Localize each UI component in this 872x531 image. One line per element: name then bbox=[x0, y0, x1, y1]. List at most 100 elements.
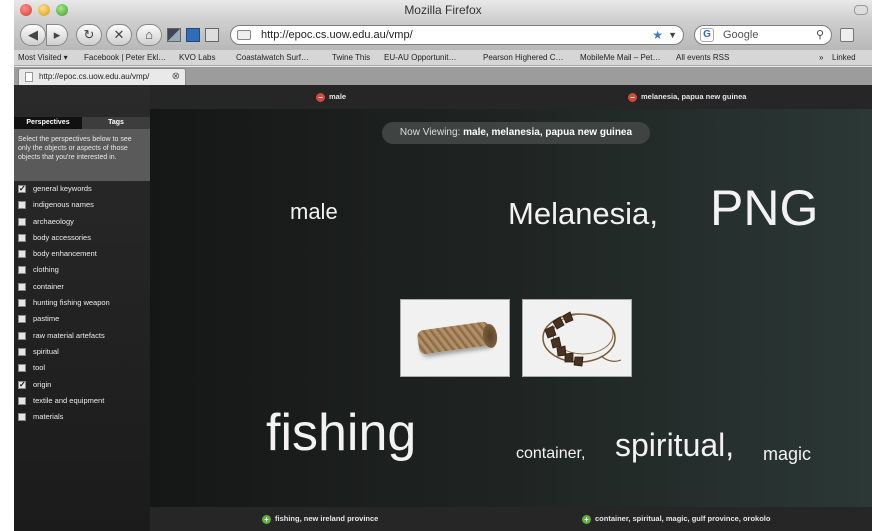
checkbox-icon[interactable] bbox=[18, 201, 26, 210]
bookmark-kvo-labs[interactable]: KVO Labs ⁠ ⁠ bbox=[179, 50, 222, 66]
tag-fishing[interactable]: fishing bbox=[266, 407, 416, 459]
tag-container-label: container bbox=[516, 445, 581, 462]
suggestion-chip[interactable]: + container, spiritual, magic, gulf provi… bbox=[582, 513, 770, 525]
address-input[interactable]: http://epoc.cs.uow.edu.au/vmp/ bbox=[261, 26, 413, 44]
perspective-item[interactable]: ✓ general keywords bbox=[14, 181, 150, 197]
home-button[interactable]: ⌂ bbox=[136, 24, 162, 46]
perspective-item[interactable]: materials bbox=[14, 409, 150, 425]
perspective-item[interactable]: body accessories bbox=[14, 230, 150, 246]
google-engine-icon[interactable]: G bbox=[700, 28, 714, 42]
checkbox-checked-icon[interactable]: ✓ bbox=[18, 185, 26, 193]
bookmark-most-visited[interactable]: Most Visited ▾ bbox=[18, 50, 68, 66]
stop-button[interactable]: ✕ bbox=[106, 24, 132, 46]
search-bar[interactable]: G Google ⚲ bbox=[694, 25, 832, 45]
zoom-window-icon[interactable] bbox=[56, 4, 68, 16]
bookmark-all-events-rss[interactable]: All events RSS bbox=[676, 50, 729, 66]
perspective-item[interactable]: ✓ origin bbox=[14, 377, 150, 393]
bookmark-star-icon[interactable]: ★ bbox=[652, 26, 663, 44]
page-icon bbox=[25, 72, 33, 82]
toolbar-toggle-icon[interactable] bbox=[854, 5, 868, 15]
perspective-item[interactable]: raw material artefacts bbox=[14, 328, 150, 344]
tab-perspectives[interactable]: Perspectives bbox=[14, 117, 82, 129]
object-thumbnail[interactable] bbox=[400, 299, 510, 377]
checkbox-icon[interactable] bbox=[18, 217, 26, 226]
tag-magic[interactable]: magic bbox=[763, 445, 811, 463]
suggestion-chip[interactable]: + fishing, new ireland province bbox=[262, 513, 378, 525]
tag-cloud-view: − male − melanesia, papua new guinea Now V… bbox=[150, 85, 872, 531]
object-thumbnail[interactable] bbox=[522, 299, 632, 377]
remove-icon[interactable]: − bbox=[316, 93, 325, 102]
checkbox-icon[interactable] bbox=[18, 233, 26, 242]
extension-icon[interactable] bbox=[167, 28, 181, 42]
tag-container[interactable]: container, bbox=[516, 446, 585, 462]
perspective-item[interactable]: pastime bbox=[14, 311, 150, 327]
sidebar-tabs: Perspectives Tags bbox=[14, 117, 150, 129]
perspective-item[interactable]: container bbox=[14, 279, 150, 295]
checkbox-icon[interactable] bbox=[18, 331, 26, 340]
checkbox-icon[interactable] bbox=[18, 315, 26, 324]
add-icon[interactable]: + bbox=[262, 515, 271, 524]
perspective-label: general keywords bbox=[33, 184, 92, 193]
tag-separator: , bbox=[725, 427, 735, 463]
site-identity-icon[interactable] bbox=[237, 30, 251, 40]
perspective-item[interactable]: indigenous names bbox=[14, 197, 150, 213]
sidebar-instructions: Select the perspectives below to see onl… bbox=[14, 129, 150, 181]
checkbox-icon[interactable] bbox=[18, 282, 26, 291]
bookmark-linkedin[interactable]: Linked bbox=[832, 50, 856, 66]
tab-tags[interactable]: Tags bbox=[82, 117, 150, 129]
remove-icon[interactable]: − bbox=[628, 93, 637, 102]
perspective-item[interactable]: archaeology bbox=[14, 214, 150, 230]
reload-icon: ↻ bbox=[83, 27, 95, 42]
back-button[interactable]: ◀ bbox=[20, 24, 46, 46]
bookmark-eu-au[interactable]: EU-AU Opportunit… ⁠ bbox=[384, 50, 459, 66]
checkbox-icon[interactable] bbox=[18, 413, 26, 422]
checkbox-icon[interactable] bbox=[18, 266, 26, 275]
tag-png[interactable]: PNG bbox=[710, 183, 818, 233]
perspective-item[interactable]: tool bbox=[14, 360, 150, 376]
perspective-item[interactable]: textile and equipment bbox=[14, 393, 150, 409]
address-bar[interactable]: http://epoc.cs.uow.edu.au/vmp/ ★ ▼ bbox=[230, 25, 684, 45]
perspective-item[interactable]: spiritual bbox=[14, 344, 150, 360]
close-tab-icon[interactable]: ⊗ bbox=[172, 69, 180, 85]
bookmark-pearson[interactable]: Pearson Highered C… bbox=[483, 50, 563, 66]
history-dropdown-icon[interactable]: ▼ bbox=[668, 26, 677, 44]
bookmarks-overflow-icon[interactable]: » bbox=[819, 50, 823, 66]
add-icon[interactable]: + bbox=[582, 515, 591, 524]
perspective-item[interactable]: clothing bbox=[14, 262, 150, 278]
filter-chip[interactable]: − male bbox=[316, 91, 346, 103]
window-icon[interactable] bbox=[840, 28, 854, 42]
now-viewing-value: male, melanesia, papua new guinea bbox=[463, 127, 633, 138]
checkbox-checked-icon[interactable]: ✓ bbox=[18, 380, 26, 389]
perspective-item[interactable]: hunting fishing weapon bbox=[14, 295, 150, 311]
reload-button[interactable]: ↻ bbox=[76, 24, 102, 46]
perspective-item[interactable]: body enhancement bbox=[14, 246, 150, 262]
perspective-label: indigenous names bbox=[33, 200, 94, 210]
search-icon[interactable]: ⚲ bbox=[816, 26, 824, 44]
tag-spiritual[interactable]: spiritual, bbox=[615, 429, 734, 461]
bookmark-facebook[interactable]: Facebook | Peter Ekl… bbox=[84, 50, 166, 66]
filter-chip[interactable]: − melanesia, papua new guinea bbox=[628, 91, 746, 103]
bookmark-mobileme[interactable]: MobileMe Mail – Pet… bbox=[580, 50, 660, 66]
minimize-window-icon[interactable] bbox=[38, 4, 50, 16]
suggestion-label: fishing, new ireland province bbox=[275, 514, 379, 523]
perspective-label: hunting fishing weapon bbox=[33, 298, 110, 308]
checkbox-icon[interactable] bbox=[18, 250, 26, 259]
bookmark-coastalwatch[interactable]: Coastalwatch Surf… ⁠ bbox=[236, 50, 311, 66]
tag-melanesia[interactable]: Melanesia, bbox=[508, 198, 658, 229]
tag-male[interactable]: male bbox=[290, 201, 338, 223]
perspective-label: textile and equipment bbox=[33, 395, 105, 405]
checkbox-icon[interactable] bbox=[18, 364, 26, 373]
checkbox-icon[interactable] bbox=[18, 299, 26, 308]
close-window-icon[interactable] bbox=[20, 4, 32, 16]
bookmark-twine[interactable]: Twine This bbox=[332, 50, 370, 66]
filter-label: male bbox=[329, 92, 347, 101]
checkbox-icon[interactable] bbox=[18, 396, 26, 405]
forward-button[interactable]: ▸ bbox=[46, 24, 68, 46]
perspective-label: container bbox=[33, 281, 64, 291]
checkbox-icon[interactable] bbox=[18, 347, 26, 356]
search-input[interactable]: Google bbox=[723, 26, 758, 44]
tab-vmp[interactable]: http://epoc.cs.uow.edu.au/vmp/ ⊗ bbox=[18, 68, 186, 85]
extension-icon[interactable] bbox=[186, 28, 200, 42]
now-viewing-banner: Now Viewing: male, melanesia, papua new … bbox=[382, 122, 650, 144]
extension-icon[interactable] bbox=[205, 28, 219, 42]
